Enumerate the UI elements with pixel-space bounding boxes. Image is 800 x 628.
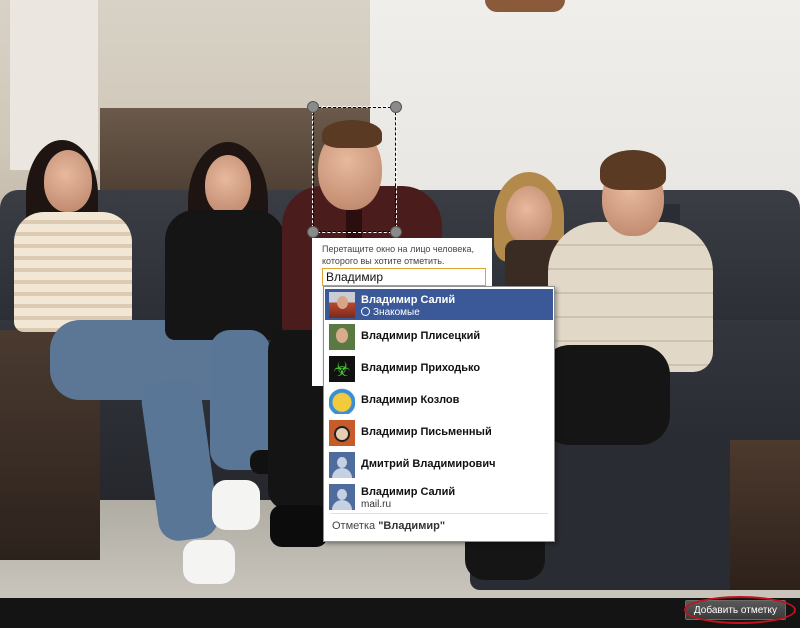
person-4-face [506,186,552,244]
suggestion-name: Владимир Плисецкий [361,330,481,342]
divider [330,513,548,514]
photo-toolbar: Добавить отметку [0,598,800,628]
suggestion-item[interactable]: Владимир Салий mail.ru [325,481,553,512]
suggestion-subtitle: mail.ru [361,499,392,510]
side-table-right [730,440,800,590]
person-2-face [205,155,251,215]
person-1-face [44,150,92,212]
suggestion-name: Владимир Письменный [361,426,492,438]
suggestion-name: Владимир Салий [361,294,456,306]
suggestion-name: Владимир Приходько [361,362,481,374]
biohazard-avatar [329,356,355,382]
default-silhouette-avatar [329,452,355,478]
resize-handle-top-right[interactable] [390,101,402,113]
person-5-hair [600,150,666,190]
tag-instruction: Перетащите окно на лицо человека, которо… [322,244,474,266]
friend-photo-avatar [329,420,355,446]
suggestion-name: Дмитрий Владимирович [361,458,496,470]
friend-photo-avatar [329,292,355,318]
add-tag-button[interactable]: Добавить отметку [684,600,786,620]
friend-photo-avatar [329,324,355,350]
suggestion-item[interactable]: Владимир Козлов [325,385,553,416]
tag-as-prefix: Отметка [332,520,379,532]
tag-frame[interactable] [307,101,402,238]
resize-handle-bottom-left[interactable] [307,226,319,238]
person-1-shoe [212,480,260,530]
suggestion-item[interactable]: Дмитрий Владимирович [325,449,553,480]
person-2-leg [210,330,270,470]
tag-name-input[interactable] [322,268,486,286]
suggestion-group: Знакомые [373,307,420,318]
tag-as-value: "Владимир" [378,520,446,532]
wall-decoration [485,0,565,12]
resize-handle-bottom-right[interactable] [390,226,402,238]
person-3-shoe [270,505,328,547]
suggestion-name: Владимир Салий [361,486,456,498]
default-silhouette-avatar [329,484,355,510]
circle-icon [361,307,370,316]
tag-suggestions: Владимир Салий Знакомые Владимир Плисецк… [323,286,555,542]
person-1-shoe [183,540,235,584]
person-2-top [165,210,285,340]
suggestion-item[interactable]: Владимир Плисецкий [325,321,553,352]
tag-as-typed-option[interactable]: Отметка "Владимир" [332,520,445,532]
person-1-top [14,212,132,332]
suggestion-name: Владимир Козлов [361,394,460,406]
suggestion-item[interactable]: Владимир Письменный [325,417,553,448]
resize-handle-top-left[interactable] [307,101,319,113]
person-5-legs [540,345,670,445]
suggestion-item[interactable]: Владимир Приходько [325,353,553,384]
suggestion-item[interactable]: Владимир Салий Знакомые [325,289,553,320]
suggestion-subtitle: Знакомые [361,307,420,318]
cartoon-avatar [329,388,355,414]
